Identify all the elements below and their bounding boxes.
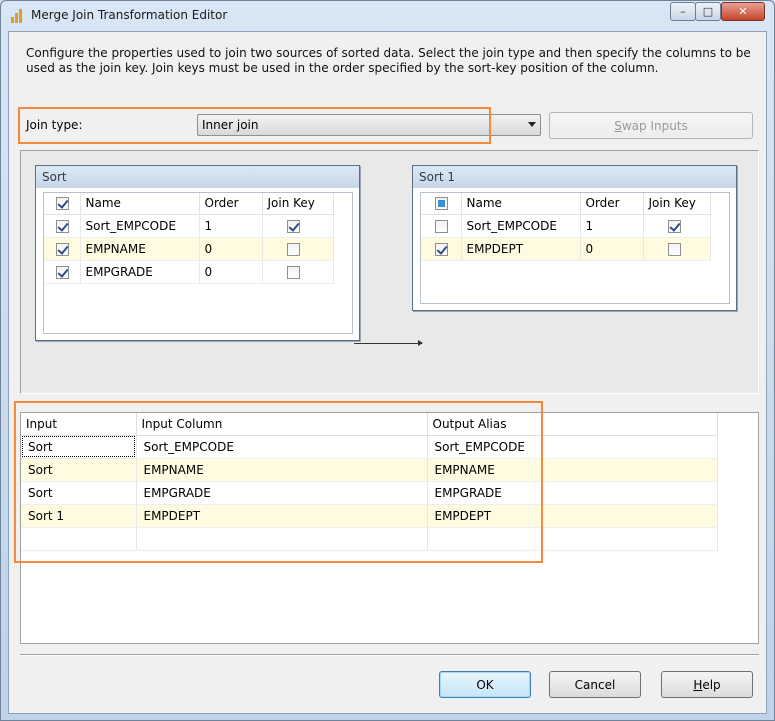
col-joinkey-header[interactable]: Join Key	[262, 193, 334, 215]
select-all-checkbox[interactable]	[435, 197, 448, 211]
list-item[interactable]: EMPGRADE 0	[44, 260, 334, 284]
left-input-title: Sort	[36, 166, 359, 188]
left-input-box[interactable]: Sort Name Order Join Key Sort_EMPCODE 1	[35, 165, 360, 341]
select-checkbox[interactable]	[56, 219, 69, 233]
column-order: 0	[199, 237, 263, 261]
column-order: 0	[199, 260, 263, 284]
title-bar[interactable]: Merge Join Transformation Editor – □ ✕	[1, 1, 774, 31]
col-order-header[interactable]: Order	[580, 193, 644, 215]
join-key-checkbox[interactable]	[286, 265, 300, 279]
select-checkbox[interactable]	[435, 242, 448, 256]
column-order: 1	[199, 214, 263, 238]
join-key-checkbox[interactable]	[286, 242, 300, 256]
join-connector-line	[354, 340, 423, 346]
input-design-canvas: Sort Name Order Join Key Sort_EMPCODE 1	[20, 150, 759, 394]
column-order: 0	[580, 237, 644, 261]
app-icon	[10, 9, 24, 23]
column-name: Sort_EMPCODE	[80, 214, 200, 238]
list-item[interactable]: Sort_EMPCODE 1	[421, 214, 711, 238]
list-item[interactable]: EMPNAME 0	[44, 237, 334, 261]
help-button[interactable]: Help	[661, 671, 753, 698]
column-name: EMPNAME	[80, 237, 200, 261]
swap-inputs-label: wap Inputs	[621, 118, 688, 133]
swap-inputs-button[interactable]: Swap Inputs	[549, 112, 753, 139]
list-item[interactable]: Sort_EMPCODE 1	[44, 214, 334, 238]
help-mnemonic: H	[693, 677, 703, 692]
window-title: Merge Join Transformation Editor	[31, 8, 228, 22]
client-area: Configure the properties used to join tw…	[8, 31, 767, 714]
select-all-checkbox[interactable]	[56, 197, 69, 211]
ok-button[interactable]: OK	[439, 671, 531, 698]
list-item[interactable]: EMPDEPT 0	[421, 237, 711, 261]
left-input-list: Name Order Join Key Sort_EMPCODE 1 EMPNA…	[43, 192, 353, 334]
right-input-title: Sort 1	[413, 166, 736, 188]
col-joinkey-header[interactable]: Join Key	[643, 193, 711, 215]
maximize-icon[interactable]: □	[695, 2, 721, 21]
select-checkbox[interactable]	[56, 265, 69, 279]
close-icon[interactable]: ✕	[721, 2, 765, 21]
minimize-icon[interactable]: –	[670, 2, 696, 21]
divider	[20, 654, 759, 656]
description-text: Configure the properties used to join tw…	[26, 46, 751, 75]
select-all-cell[interactable]	[421, 193, 462, 215]
join-key-checkbox[interactable]	[667, 242, 681, 256]
right-input-box[interactable]: Sort 1 Name Order Join Key Sort_EMPCODE …	[412, 165, 737, 311]
join-type-highlight	[18, 107, 491, 144]
cancel-button[interactable]: Cancel	[549, 671, 641, 698]
select-checkbox[interactable]	[435, 219, 448, 233]
col-name-header[interactable]: Name	[80, 193, 200, 215]
column-order: 1	[580, 214, 644, 238]
dialog-window: Merge Join Transformation Editor – □ ✕ C…	[0, 0, 775, 721]
join-key-checkbox[interactable]	[667, 219, 681, 233]
col-order-header[interactable]: Order	[199, 193, 263, 215]
swap-inputs-mnemonic: S	[614, 118, 622, 133]
select-checkbox[interactable]	[56, 242, 69, 256]
help-label: elp	[702, 677, 721, 692]
right-input-list: Name Order Join Key Sort_EMPCODE 1 EMPDE…	[420, 192, 730, 304]
column-name: EMPGRADE	[80, 260, 200, 284]
column-name: Sort_EMPCODE	[461, 214, 581, 238]
chevron-down-icon[interactable]	[528, 122, 536, 127]
select-all-cell[interactable]	[44, 193, 81, 215]
join-key-checkbox[interactable]	[286, 219, 300, 233]
col-name-header[interactable]: Name	[461, 193, 581, 215]
column-name: EMPDEPT	[461, 237, 581, 261]
output-grid-highlight	[14, 401, 543, 563]
